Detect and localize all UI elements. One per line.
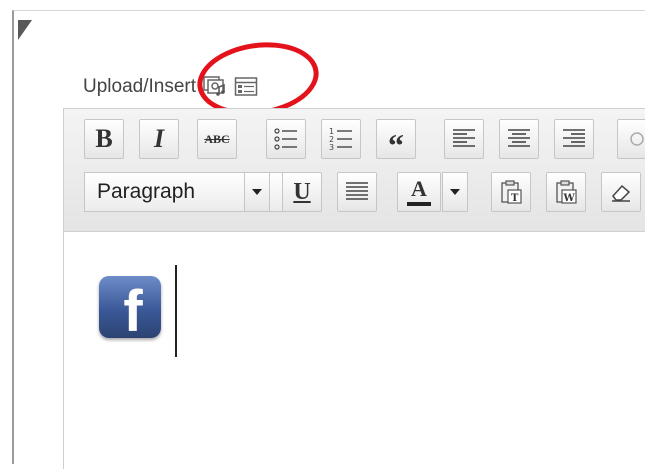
- editor-toolbar: B I ABC 1 2 3 “ Paragraph U A T W: [64, 109, 645, 232]
- numbered-list-icon: 1 2 3: [329, 127, 352, 152]
- align-center-icon: [508, 129, 530, 147]
- facebook-logo-letter: f: [123, 278, 143, 338]
- text-color-icon: A: [407, 178, 431, 206]
- align-justify-icon: [346, 182, 368, 200]
- upload-insert-label: Upload/Insert: [83, 76, 197, 97]
- collapse-arrow-icon[interactable]: [18, 20, 32, 40]
- align-right-icon: [563, 129, 585, 147]
- bullet-list-icon: [274, 128, 297, 150]
- align-right-button[interactable]: [554, 119, 594, 159]
- paste-from-word-button[interactable]: W: [546, 172, 586, 212]
- format-dropdown-arrow[interactable]: [244, 172, 270, 212]
- facebook-logo-image[interactable]: f: [99, 276, 161, 338]
- text-cursor: [175, 265, 177, 357]
- editor-content-area[interactable]: f: [64, 232, 645, 472]
- svg-text:T: T: [511, 193, 519, 204]
- strikethrough-button[interactable]: ABC: [197, 119, 237, 159]
- justify-button[interactable]: [337, 172, 377, 212]
- bullet-list-button[interactable]: [266, 119, 306, 159]
- svg-text:3: 3: [329, 143, 334, 152]
- text-color-dropdown-arrow[interactable]: [442, 172, 468, 212]
- chevron-down-icon: [252, 189, 262, 195]
- eraser-icon: [612, 184, 631, 202]
- clear-formatting-button[interactable]: [601, 172, 641, 212]
- paste-word-icon: W: [556, 180, 577, 204]
- blockquote-button[interactable]: “: [376, 119, 416, 161]
- paste-text-icon: T: [501, 180, 522, 204]
- svg-text:W: W: [563, 193, 576, 204]
- align-center-button[interactable]: [499, 119, 539, 159]
- link-icon: [630, 132, 644, 146]
- underline-button[interactable]: U: [282, 172, 322, 212]
- visual-editor: B I ABC 1 2 3 “ Paragraph U A T W f: [63, 108, 645, 472]
- paste-as-text-button[interactable]: T: [491, 172, 531, 212]
- numbered-list-button[interactable]: 1 2 3: [321, 119, 361, 159]
- align-left-button[interactable]: [444, 119, 484, 159]
- text-color-letter: A: [411, 176, 427, 201]
- text-color-button[interactable]: A: [397, 172, 441, 212]
- italic-button[interactable]: I: [139, 119, 179, 159]
- bold-button[interactable]: B: [84, 119, 124, 159]
- text-color-swatch: [407, 202, 431, 206]
- insert-link-button[interactable]: [617, 119, 645, 159]
- align-left-icon: [453, 129, 475, 147]
- chevron-down-icon: [450, 189, 460, 195]
